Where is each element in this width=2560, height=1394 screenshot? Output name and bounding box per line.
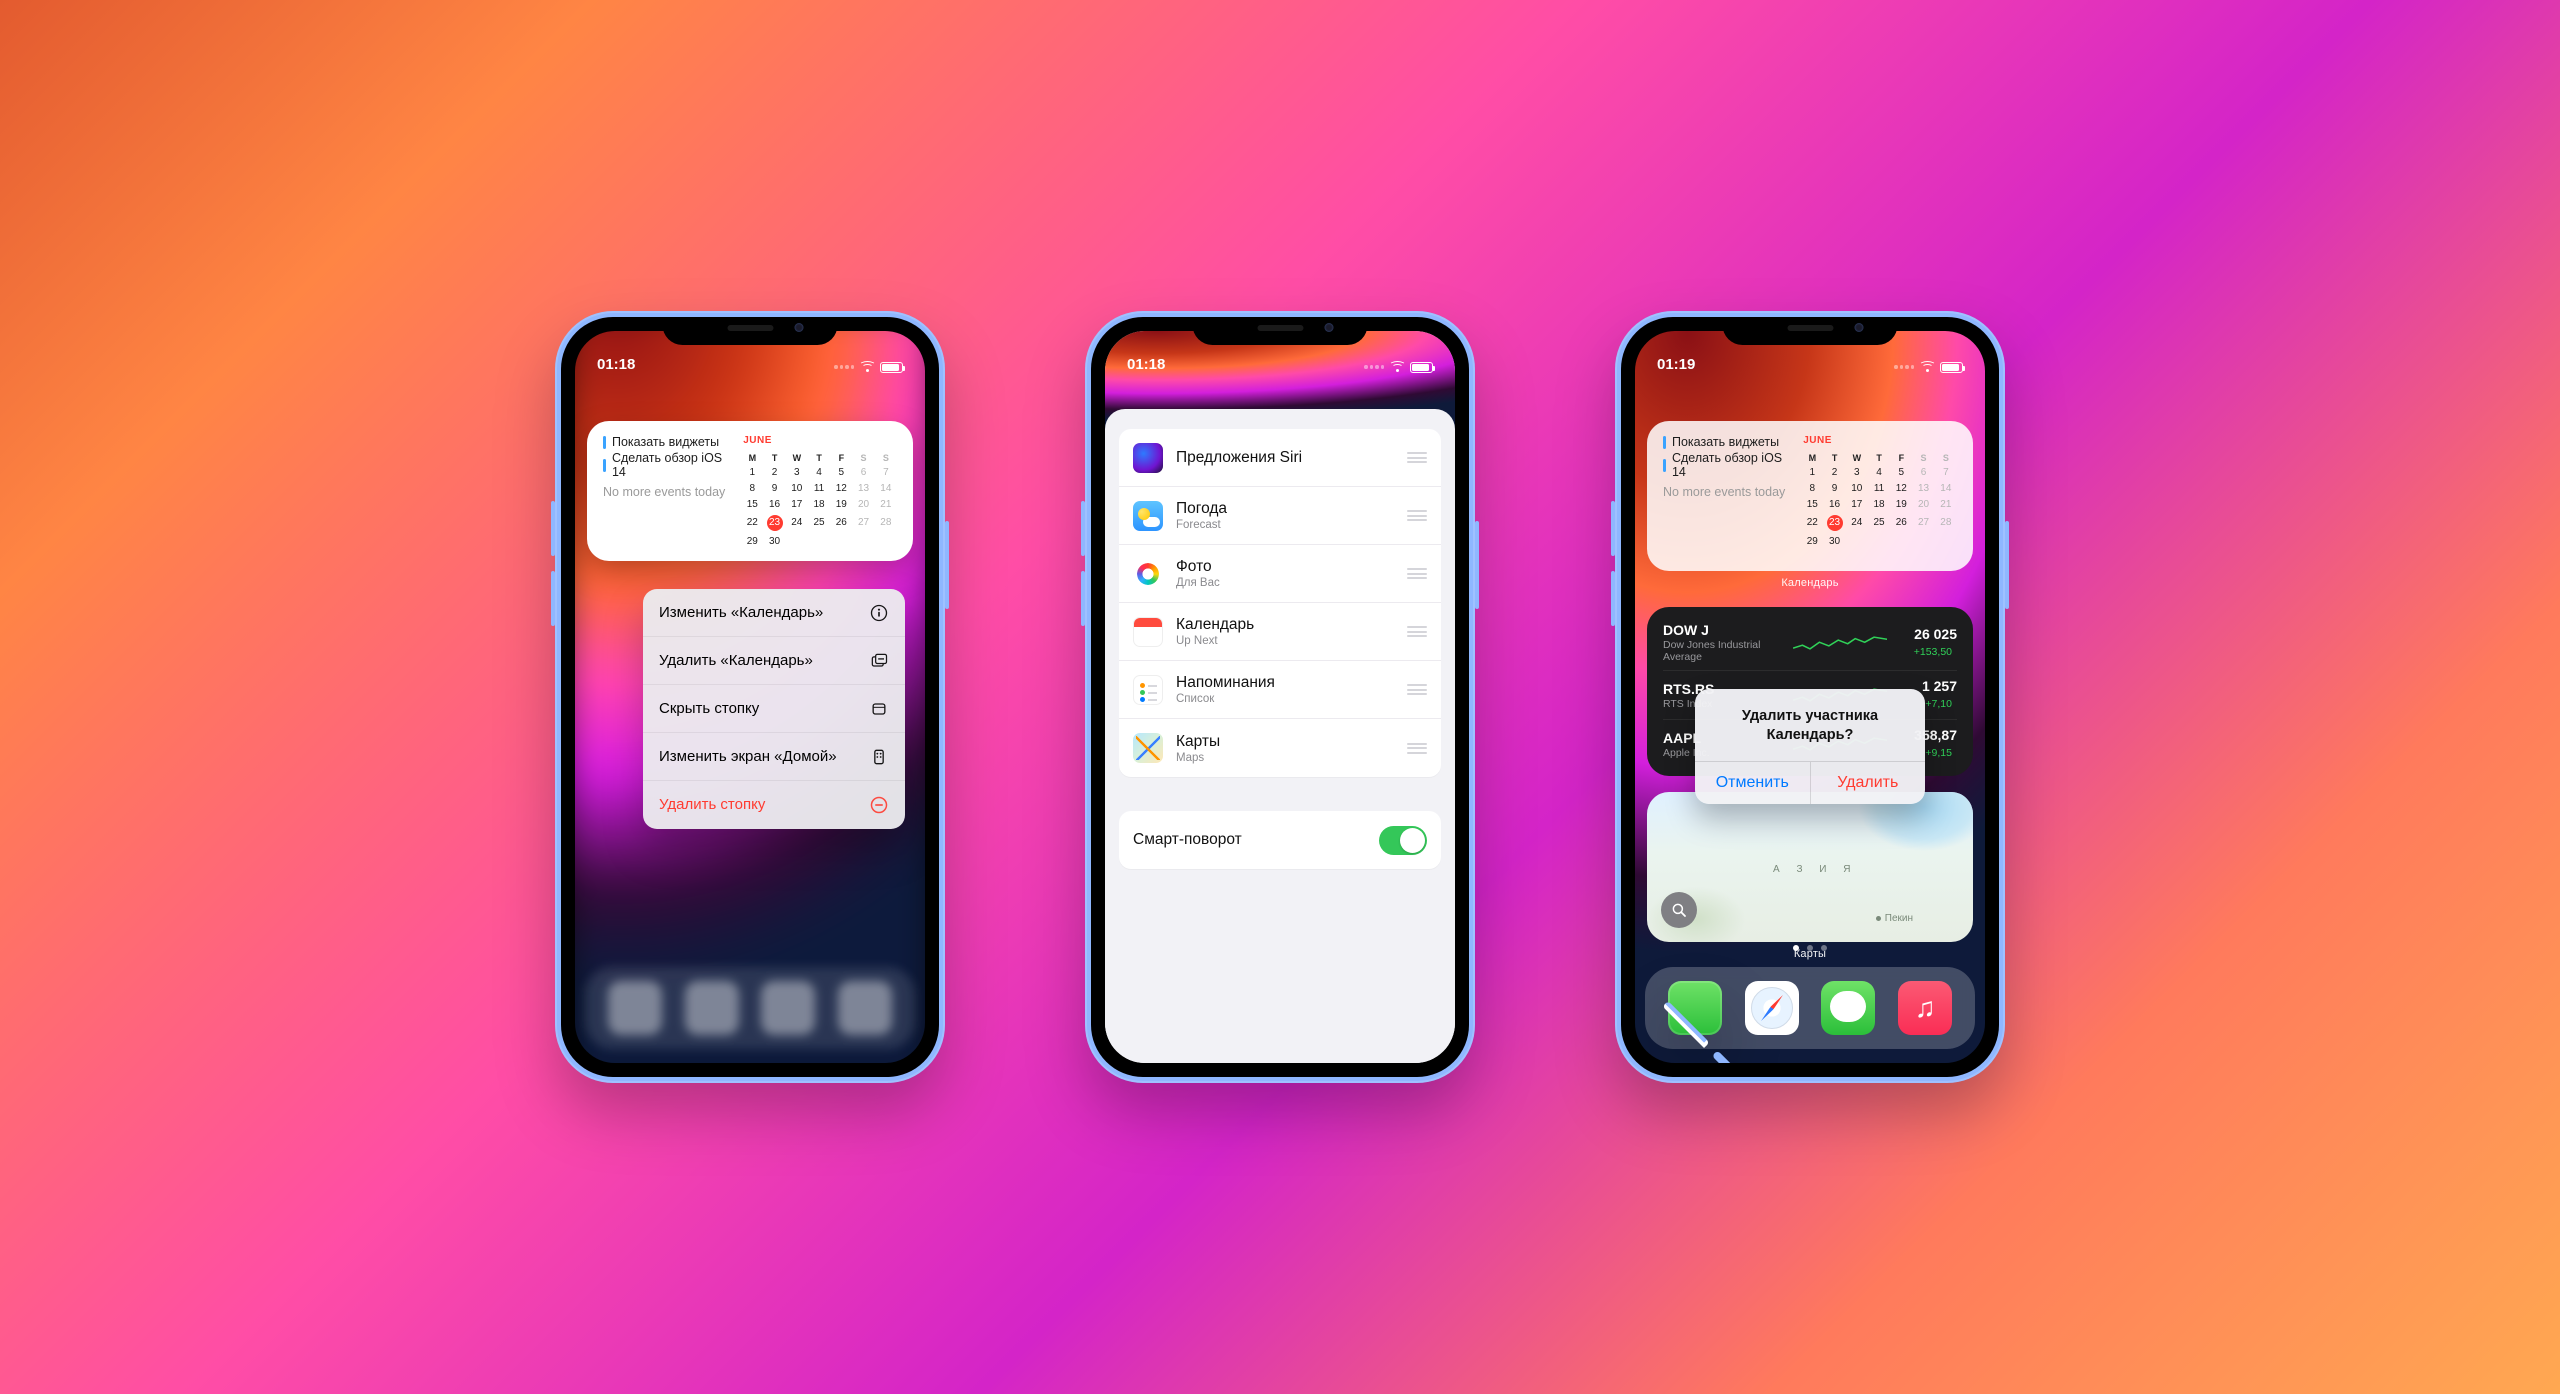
widget-item-calendar[interactable]: КалендарьUp Next [1119,603,1441,661]
smart-rotate-toggle[interactable] [1379,826,1427,855]
phone-right: 01:19 Показать виджеты Сделать обзор iOS… [1615,311,2005,1083]
menu-hide-stack[interactable]: Скрыть стопку [643,685,905,733]
widget-item-photos[interactable]: ФотоДля Вас [1119,545,1441,603]
drag-handle-icon[interactable] [1407,508,1427,524]
calendar-widget[interactable]: Показать виджеты Сделать обзор iOS 14 No… [1647,421,1973,571]
cell-signal-icon [834,365,854,369]
dock-app-messages[interactable] [1821,981,1875,1035]
widget-item-maps[interactable]: КартыMaps [1119,719,1441,777]
menu-edit-homescreen[interactable]: Изменить экран «Домой» [643,733,905,781]
battery-icon [880,362,903,373]
no-more-events: No more events today [603,485,738,499]
drag-handle-icon[interactable] [1407,624,1427,640]
drag-handle-icon[interactable] [1407,450,1427,466]
drag-handle-icon[interactable] [1407,566,1427,582]
weather-icon [1133,501,1163,531]
widget-item-reminders[interactable]: НапоминанияСписок [1119,661,1441,719]
sparkline-icon [1793,632,1887,654]
cancel-button[interactable]: Отменить [1695,762,1810,804]
calendar-widget[interactable]: Показать виджеты Сделать обзор iOS 14 No… [587,421,913,561]
widget-list: Предложения Siri ПогодаForecast ФотоДля … [1119,429,1441,777]
event-row: Показать виджеты [1663,435,1798,449]
homescreen-icon [869,747,889,767]
mini-calendar: JUNE MTWTFSS1234567891011121314151617181… [1801,435,1957,549]
widget-item-weather[interactable]: ПогодаForecast [1119,487,1441,545]
notch [1723,317,1898,345]
drag-handle-icon[interactable] [1407,682,1427,698]
cell-signal-icon [1364,365,1384,369]
dock-app-safari[interactable] [1745,981,1799,1035]
widget-context-menu: Изменить «Календарь» Удалить «Календарь»… [643,589,905,829]
dock-app-phone[interactable] [1668,981,1722,1035]
delete-button[interactable]: Удалить [1810,762,1926,804]
map-label-pekin: Пекин [1876,913,1913,924]
notch [663,317,838,345]
reminders-icon [1133,675,1163,705]
menu-remove-stack[interactable]: Удалить стопку [643,781,905,829]
event-row: Показать виджеты [603,435,738,449]
menu-remove-widget[interactable]: Удалить «Календарь» [643,637,905,685]
smart-rotate-group: Смарт-поворот [1119,811,1441,869]
calendar-widget-label: Календарь [1647,577,1973,589]
phone-middle: 01:18 Предложения Siri [1085,311,1475,1083]
dock [1645,967,1975,1049]
photos-icon [1133,559,1163,589]
stack-icon [869,699,889,719]
clock: 01:19 [1657,356,1695,373]
stock-row[interactable]: DOW JDow Jones Industrial Average 26 025… [1663,615,1957,671]
phone-left: 01:18 Показать виджеты Сделать обзор iOS… [555,311,945,1083]
event-row: Сделать обзор iOS 14 [1663,451,1798,479]
mini-calendar: JUNE MTWTFSS1234567891011121314151617181… [741,435,897,549]
dock-blurred [585,967,915,1049]
battery-icon [1410,362,1433,373]
maps-widget[interactable]: А З И Я Пекин [1647,792,1973,942]
battery-icon [1940,362,1963,373]
dock-app-music[interactable] [1898,981,1952,1035]
calendar-icon [1133,617,1163,647]
cell-signal-icon [1894,365,1914,369]
clock: 01:18 [1127,356,1165,373]
remove-widget-icon [869,651,889,671]
notch [1193,317,1368,345]
no-more-events: No more events today [1663,485,1798,499]
event-row: Сделать обзор iOS 14 [603,451,738,479]
maps-icon [1133,733,1163,763]
wifi-icon [1389,361,1405,373]
menu-edit-widget[interactable]: Изменить «Календарь» [643,589,905,637]
minus-circle-icon [869,795,889,815]
edit-stack-sheet: Предложения Siri ПогодаForecast ФотоДля … [1105,409,1455,1063]
wifi-icon [859,361,875,373]
drag-handle-icon[interactable] [1407,740,1427,756]
wifi-icon [1919,361,1935,373]
info-icon [869,603,889,623]
page-indicator[interactable] [1635,945,1985,951]
map-label-asia: А З И Я [1773,864,1857,875]
smart-rotate-row: Смарт-поворот [1119,811,1441,869]
widget-item-siri[interactable]: Предложения Siri [1119,429,1441,487]
dialog-message: Удалить участника Календарь? [1695,689,1925,761]
delete-confirmation-dialog: Удалить участника Календарь? Отменить Уд… [1695,689,1925,804]
siri-icon [1133,443,1163,473]
clock: 01:18 [597,356,635,373]
map-search-button[interactable] [1661,892,1697,928]
magnifying-glass-icon [1670,901,1688,919]
